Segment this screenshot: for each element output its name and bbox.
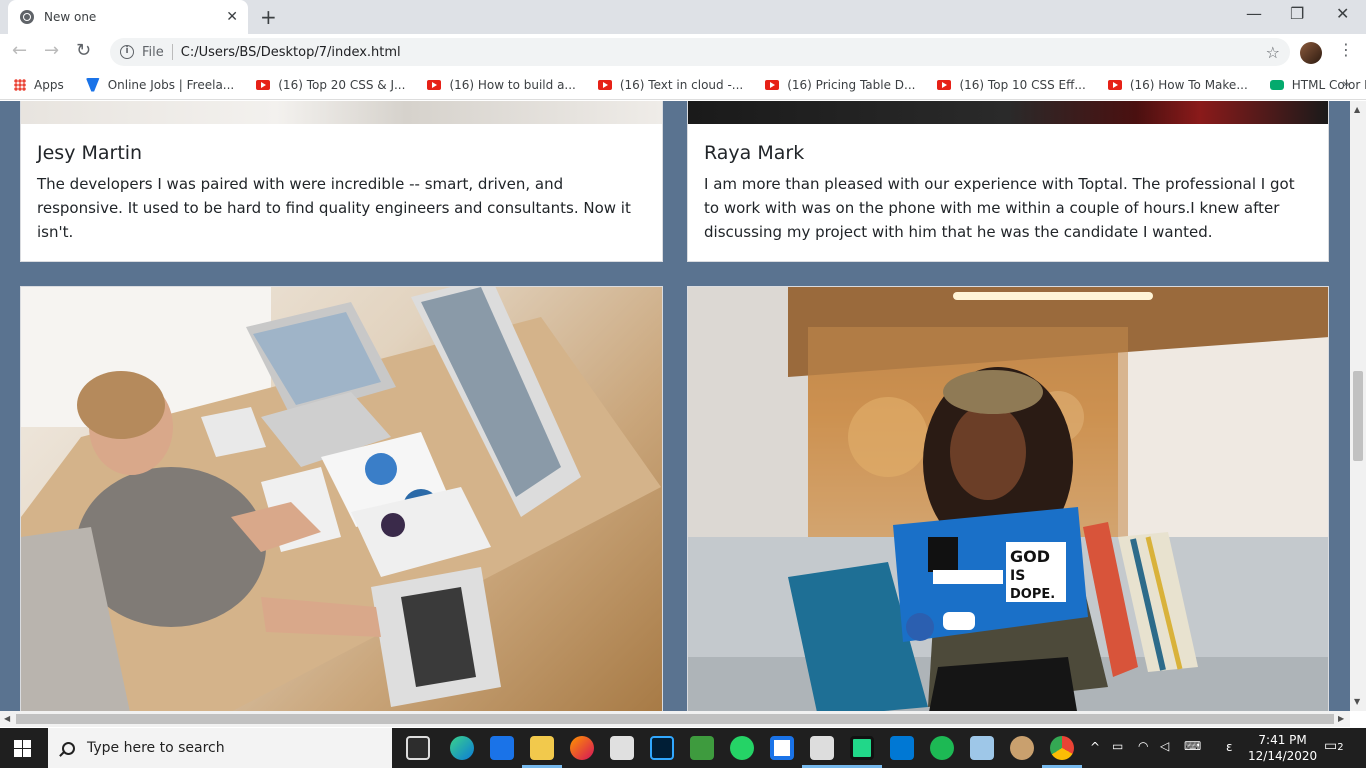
taskbar-search-input[interactable]: Type here to search [48,728,392,768]
scroll-up-arrow-icon[interactable]: ▲ [1354,105,1360,114]
clock-date: 12/14/2020 [1248,749,1318,763]
card-image [21,101,662,124]
card-image [688,101,1328,124]
bookmark-upwork[interactable]: Online Jobs | Freela... [85,77,234,92]
bookmark-youtube-5[interactable]: (16) Top 10 CSS Eff... [937,78,1086,92]
bookmark-youtube-6[interactable]: (16) How To Make... [1107,78,1248,92]
volume-icon[interactable]: ◁ [1160,739,1169,753]
youtube-icon [765,79,780,90]
search-placeholder: Type here to search [87,740,225,756]
youtube-icon [1107,79,1122,90]
file-explorer-icon[interactable] [530,736,554,760]
testimonial-text: The developers I was paired with were in… [37,175,631,241]
youtube-icon [597,79,612,90]
youtube-icon [256,79,271,90]
bookmarks-overflow-icon[interactable]: » [1342,77,1350,92]
photoshop-icon[interactable] [650,736,674,760]
svg-text:GOD: GOD [1010,547,1050,566]
horizontal-scroll-thumb[interactable] [16,714,1334,724]
battery-icon[interactable]: ▭ [1112,739,1123,753]
w3schools-icon [1269,79,1284,90]
spotify-icon[interactable] [930,736,954,760]
back-button[interactable]: ← [12,40,27,61]
tab-title: New one [44,10,97,24]
svg-text:IS: IS [1010,568,1025,584]
chrome-icon[interactable] [1050,736,1074,760]
developer-desk-illustration [21,287,661,711]
task-view-icon[interactable] [406,736,430,760]
scroll-left-arrow-icon[interactable]: ◀ [4,714,10,723]
bookmark-youtube-2[interactable]: (16) How to build a... [427,78,576,92]
pycharm-icon[interactable] [850,736,874,760]
info-icon[interactable]: i [120,45,134,59]
whatsapp-icon[interactable] [730,736,754,760]
cloud-icon[interactable] [810,736,834,760]
developer-desk-photo [20,286,663,711]
scroll-right-arrow-icon[interactable]: ▶ [1338,714,1344,723]
bookmark-youtube-3[interactable]: (16) Text in cloud -... [597,78,743,92]
language-indicator[interactable]: ε [1226,740,1233,754]
youtube-icon [427,79,442,90]
url-text[interactable]: C:/Users/BS/Desktop/7/index.html [181,45,1266,60]
windows-start-icon[interactable] [14,740,31,757]
taskbar-clock[interactable]: 7:41 PM 12/14/2020 [1248,732,1317,764]
editor-icon[interactable] [690,736,714,760]
svg-text:DOPE.: DOPE. [1010,587,1055,602]
vscode-icon[interactable] [890,736,914,760]
browser-tab-strip: New one ✕ + — ❐ ✕ [0,0,1366,34]
youtube-icon [937,79,952,90]
bookmark-apps[interactable]: Apps [14,78,64,92]
url-scheme: File [142,44,164,60]
app-icon[interactable] [770,736,794,760]
browser-tab[interactable]: New one ✕ [8,0,248,34]
mail-icon[interactable] [490,736,514,760]
firefox-icon[interactable] [570,736,594,760]
apps-icon [14,78,26,91]
reload-button[interactable]: ↻ [76,40,91,61]
testimonial-name: Raya Mark [704,142,805,164]
notepad-icon[interactable] [970,736,994,760]
testimonial-text: I am more than pleased with our experien… [704,175,1295,241]
bookmark-youtube-4[interactable]: (16) Pricing Table D... [765,78,915,92]
bookmark-star-icon[interactable]: ☆ [1266,43,1280,62]
notifications-icon[interactable]: ▭2 [1324,738,1344,754]
notification-count: 2 [1337,742,1344,753]
vertical-scroll-thumb[interactable] [1353,371,1363,461]
tray-chevron-icon[interactable]: ^ [1090,740,1100,754]
edge-icon[interactable] [450,736,474,760]
scroll-down-arrow-icon[interactable]: ▼ [1354,697,1360,706]
paint-icon[interactable] [1010,736,1034,760]
globe-icon [20,10,34,24]
keyboard-icon[interactable]: ⌨ [1184,739,1201,753]
testimonial-name: Jesy Martin [37,142,143,164]
clock-time: 7:41 PM [1258,733,1307,747]
profile-avatar[interactable] [1300,42,1322,64]
restore-button[interactable]: ❐ [1290,4,1304,23]
minimize-button[interactable]: — [1246,4,1262,23]
woman-laptop-stickers-photo: GOD IS DOPE. [687,286,1329,711]
testimonial-card: Raya Mark I am more than pleased with ou… [687,101,1329,262]
close-window-button[interactable]: ✕ [1336,4,1349,23]
bookmarks-bar: Apps Online Jobs | Freela... (16) Top 20… [0,70,1366,100]
store-icon[interactable] [610,736,634,760]
search-icon [62,741,75,755]
windows-taskbar: Type here to search ^ ▭ ◠ ◁ ⌨ ε 7:41 PM … [0,728,1366,768]
menu-icon[interactable]: ⋮ [1338,40,1354,59]
wifi-icon[interactable]: ◠ [1138,739,1148,753]
upwork-icon [85,77,100,92]
forward-button[interactable]: → [44,40,59,61]
new-tab-button[interactable]: + [260,5,277,29]
page-viewport: Jesy Martin The developers I was paired … [0,101,1350,711]
horizontal-scrollbar[interactable]: ◀ ▶ [0,711,1350,727]
bookmark-youtube-1[interactable]: (16) Top 20 CSS & J... [256,78,405,92]
vertical-scrollbar[interactable]: ▲ ▼ [1350,101,1366,711]
bookmark-w3schools[interactable]: HTML Color Names [1269,78,1366,92]
close-tab-icon[interactable]: ✕ [226,9,238,25]
testimonial-card: Jesy Martin The developers I was paired … [20,101,663,262]
divider [171,44,173,60]
browser-toolbar: ← → ↻ i File C:/Users/BS/Desktop/7/index… [0,34,1366,70]
woman-laptop-illustration: GOD IS DOPE. [688,287,1328,711]
address-bar[interactable]: i File C:/Users/BS/Desktop/7/index.html … [110,38,1290,66]
